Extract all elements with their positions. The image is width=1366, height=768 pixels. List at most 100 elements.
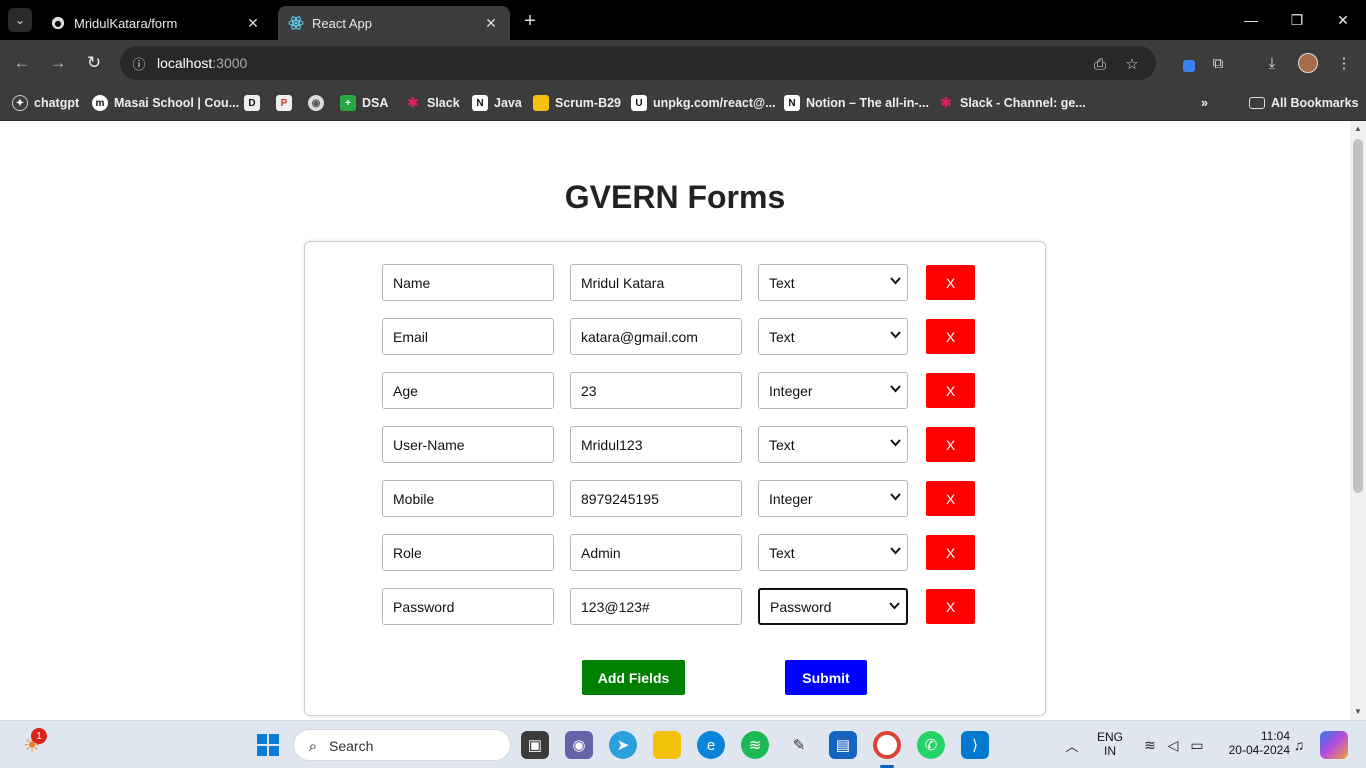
close-tab-icon[interactable]: ✕ xyxy=(482,14,500,32)
remove-field-button[interactable]: X xyxy=(926,319,975,354)
bookmark-notion[interactable]: N Notion – The all-in-... xyxy=(784,92,929,114)
tray-chevron-icon[interactable]: ︿ xyxy=(1058,731,1086,759)
bookmark-star-icon[interactable]: ☆ xyxy=(1122,54,1142,74)
back-icon[interactable]: ← xyxy=(10,51,34,75)
remove-field-button[interactable]: X xyxy=(926,265,975,300)
profile-avatar[interactable] xyxy=(1298,53,1318,73)
scroll-up-icon[interactable]: ▲ xyxy=(1354,124,1362,133)
page-viewport: GVERN Forms TextXTextXIntegerXTextXInteg… xyxy=(0,121,1350,720)
field-type-select[interactable]: Integer xyxy=(758,480,908,517)
bookmark-slack[interactable]: ✱ Slack xyxy=(405,92,460,114)
bookmark-d[interactable]: D xyxy=(244,92,266,114)
copilot-icon[interactable] xyxy=(1320,731,1348,759)
field-name-input[interactable] xyxy=(382,372,554,409)
remove-field-button[interactable]: X xyxy=(926,481,975,516)
submit-button[interactable]: Submit xyxy=(785,660,867,695)
notification-bell-icon[interactable]: ♫ xyxy=(1285,731,1313,759)
chevron-down-icon xyxy=(889,491,901,503)
bookmark-slack-channel[interactable]: ✱ Slack - Channel: ge... xyxy=(938,92,1086,114)
folder-icon xyxy=(1249,97,1265,109)
scrollbar-thumb[interactable] xyxy=(1353,139,1363,493)
address-bar[interactable]: ⓘ localhost:3000 ⎙ ☆ xyxy=(120,46,1156,80)
restore-icon[interactable]: ❐ xyxy=(1285,8,1309,32)
field-type-value: Text xyxy=(769,328,795,345)
bookmark-dsa[interactable]: + DSA xyxy=(340,92,388,114)
field-value-input[interactable] xyxy=(570,534,742,571)
circle-icon: ◉ xyxy=(308,95,324,111)
field-name-input[interactable] xyxy=(382,426,554,463)
tab-search-chevron-icon[interactable]: ⌄ xyxy=(8,8,32,32)
teams-icon[interactable]: ◉ xyxy=(565,731,593,759)
tab-github[interactable]: MridulKatara/form ✕ xyxy=(40,6,272,40)
remove-field-button[interactable]: X xyxy=(926,535,975,570)
task-view-icon[interactable]: ▣ xyxy=(521,731,549,759)
field-type-select[interactable]: Text xyxy=(758,534,908,571)
spotify-icon[interactable]: ≋ xyxy=(741,731,769,759)
add-fields-button[interactable]: Add Fields xyxy=(582,660,685,695)
install-app-icon[interactable]: ⎙ xyxy=(1090,54,1110,74)
field-value-input[interactable] xyxy=(570,372,742,409)
windows-start-icon[interactable] xyxy=(254,731,282,759)
remove-field-button[interactable]: X xyxy=(926,589,975,624)
extension-pin-icon[interactable] xyxy=(1176,52,1198,74)
taskbar-search[interactable]: ⌕ Search xyxy=(293,729,511,761)
tab-react-app[interactable]: React App ✕ xyxy=(278,6,510,40)
telegram-icon[interactable]: ➤ xyxy=(609,731,637,759)
forward-icon[interactable]: → xyxy=(46,51,70,75)
extensions-icon[interactable]: ⧉ xyxy=(1207,52,1229,74)
whatsapp-icon[interactable]: ✆ xyxy=(917,731,945,759)
field-value-input[interactable] xyxy=(570,480,742,517)
pen-tool-icon[interactable]: ✎ xyxy=(785,731,813,759)
store-icon[interactable]: ▤ xyxy=(829,731,857,759)
bookmarks-overflow-icon[interactable]: » xyxy=(1201,92,1208,114)
field-name-input[interactable] xyxy=(382,534,554,571)
remove-field-button[interactable]: X xyxy=(926,373,975,408)
field-type-select[interactable]: Text xyxy=(758,318,908,355)
field-type-select[interactable]: Text xyxy=(758,264,908,301)
remove-field-button[interactable]: X xyxy=(926,427,975,462)
reload-icon[interactable]: ↻ xyxy=(82,51,106,75)
url-text: localhost:3000 xyxy=(157,55,248,71)
language-indicator[interactable]: ENG IN xyxy=(1094,730,1126,758)
pg-icon: P xyxy=(276,95,292,111)
all-bookmarks[interactable]: All Bookmarks xyxy=(1249,92,1359,114)
download-icon[interactable]: ⤓ xyxy=(1261,52,1283,74)
field-value-input[interactable] xyxy=(570,318,742,355)
file-explorer-icon[interactable] xyxy=(653,731,681,759)
field-value-input[interactable] xyxy=(570,426,742,463)
chrome-icon[interactable] xyxy=(873,731,901,759)
field-type-select[interactable]: Integer xyxy=(758,372,908,409)
minimize-icon[interactable]: — xyxy=(1239,8,1263,32)
field-name-input[interactable] xyxy=(382,264,554,301)
vscode-icon[interactable]: ⟩ xyxy=(961,731,989,759)
tab-title: React App xyxy=(312,15,372,31)
edge-icon[interactable]: e xyxy=(697,731,725,759)
field-name-input[interactable] xyxy=(382,318,554,355)
field-type-select[interactable]: Text xyxy=(758,426,908,463)
bookmark-circle[interactable]: ◉ xyxy=(308,92,330,114)
field-type-select[interactable]: Password xyxy=(758,588,908,625)
battery-icon[interactable]: ▭ xyxy=(1183,731,1211,759)
bookmark-unpkg[interactable]: Uunpkg.com/react@... xyxy=(631,92,776,114)
site-info-icon[interactable]: ⓘ xyxy=(130,54,148,72)
field-row: Text X xyxy=(305,318,1047,356)
field-name-input[interactable] xyxy=(382,588,554,625)
field-type-value: Integer xyxy=(769,490,813,507)
field-value-input[interactable] xyxy=(570,588,742,625)
bookmark-scrum[interactable]: Scrum-B29 xyxy=(533,92,621,114)
bookmark-chatgpt[interactable]: ✦ chatgpt xyxy=(12,92,79,114)
bookmark-masai[interactable]: m Masai School | Cou... xyxy=(92,92,239,114)
close-window-icon[interactable]: ✕ xyxy=(1331,8,1355,32)
bookmark-pg[interactable]: P xyxy=(276,92,298,114)
field-name-input[interactable] xyxy=(382,480,554,517)
bookmark-java[interactable]: N Java xyxy=(472,92,522,114)
page-scrollbar[interactable]: ▲ ▼ xyxy=(1350,121,1366,720)
menu-icon[interactable]: ⋮ xyxy=(1333,52,1355,74)
field-row: Text X xyxy=(305,426,1047,464)
field-value-input[interactable] xyxy=(570,264,742,301)
clock[interactable]: 11:04 20-04-2024 xyxy=(1214,729,1290,757)
new-tab-icon[interactable]: + xyxy=(518,9,542,33)
scroll-down-icon[interactable]: ▼ xyxy=(1354,707,1362,716)
close-tab-icon[interactable]: ✕ xyxy=(244,14,262,32)
slack-icon: ✱ xyxy=(940,95,952,110)
